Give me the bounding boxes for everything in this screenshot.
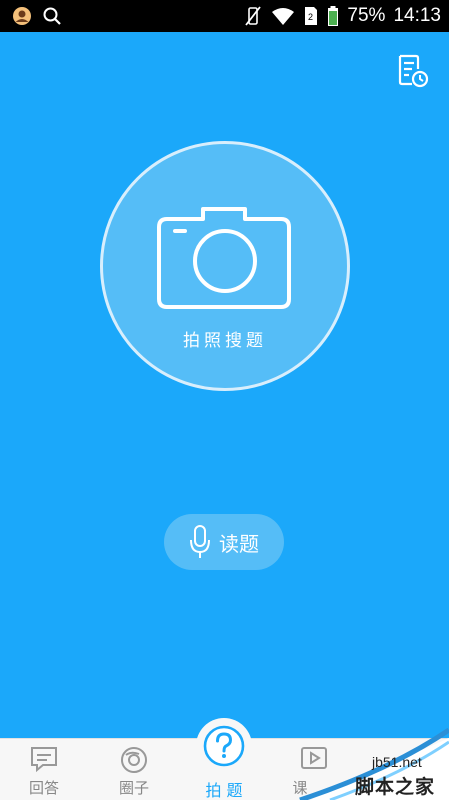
- read-question-label: 读题: [219, 531, 259, 556]
- notification-avatar-icon: [13, 7, 31, 25]
- tab-circle[interactable]: 圈子: [94, 739, 174, 800]
- history-icon[interactable]: [394, 52, 430, 88]
- search-icon: [43, 7, 61, 25]
- tab-circle-label: 圈子: [118, 779, 149, 797]
- question-icon[interactable]: [201, 723, 247, 769]
- tab-answer[interactable]: 回答: [4, 739, 84, 800]
- watermark-url: jb51.net: [372, 754, 422, 770]
- tab-answer-label: 回答: [28, 779, 59, 797]
- play-icon: [301, 747, 327, 769]
- clock: 14:13: [393, 5, 441, 26]
- microphone-icon: [190, 525, 210, 558]
- battery-icon: [328, 6, 339, 26]
- camera-search-label: 拍照搜题: [183, 331, 267, 351]
- svg-text:2: 2: [308, 12, 313, 22]
- tab-photo-question-label: 拍 题: [205, 781, 243, 800]
- watermark-brand: 脚本之家: [355, 776, 436, 798]
- wifi-icon: [272, 8, 295, 25]
- vibrate-off-icon: [245, 6, 262, 26]
- tab-course[interactable]: 课: [274, 739, 354, 800]
- status-bar: 2 75% 14:13: [0, 0, 449, 32]
- read-question-button[interactable]: 读题: [164, 514, 284, 570]
- battery-percent: 75%: [347, 5, 386, 26]
- chat-icon: [31, 747, 57, 773]
- camera-icon: [157, 207, 291, 309]
- circle-icon: [121, 747, 147, 773]
- sim-icon: 2: [305, 7, 318, 25]
- tab-course-label: 课: [292, 779, 308, 797]
